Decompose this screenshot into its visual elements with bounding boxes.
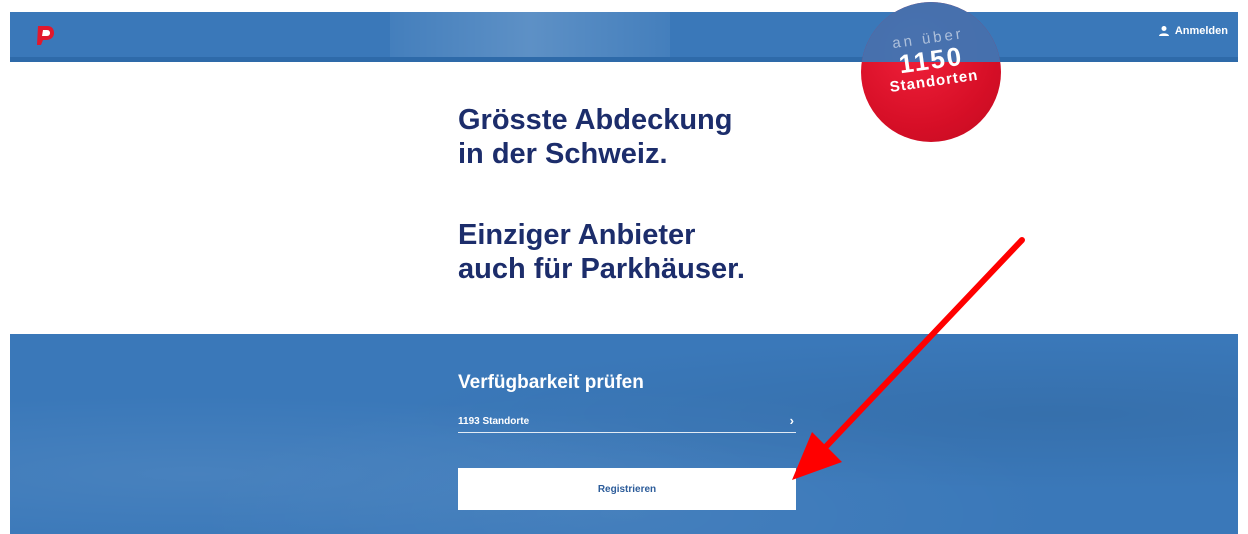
locations-badge: an über 1150 Standorten (861, 2, 1001, 142)
coverage-line-2: in der Schweiz. (458, 138, 668, 170)
top-header: Anmelden (10, 12, 1238, 62)
parkingpay-logo-icon[interactable] (34, 24, 56, 46)
provider-headline: Einziger Anbieter auch für Parkhäuser. (458, 218, 745, 286)
register-button[interactable]: Registrieren (458, 468, 796, 510)
provider-line-1: Einziger Anbieter (458, 219, 696, 251)
login-link[interactable]: Anmelden (1158, 25, 1228, 37)
coverage-headline: Grösste Abdeckung in der Schweiz. (458, 103, 732, 171)
page: Anmelden an über 1150 Standorten Grösste… (0, 0, 1248, 534)
provider-line-2: auch für Parkhäuser. (458, 253, 745, 285)
location-value: 1193 Standorte (458, 416, 530, 427)
availability-section: Verfügbarkeit prüfen 1193 Standorte › Re… (10, 334, 1238, 534)
login-label: Anmelden (1174, 25, 1228, 37)
location-select[interactable]: 1193 Standorte › (458, 412, 796, 433)
chevron-right-icon: › (789, 413, 794, 428)
user-icon (1158, 26, 1169, 36)
coverage-line-1: Grösste Abdeckung (458, 104, 733, 136)
availability-title: Verfügbarkeit prüfen (458, 372, 644, 393)
